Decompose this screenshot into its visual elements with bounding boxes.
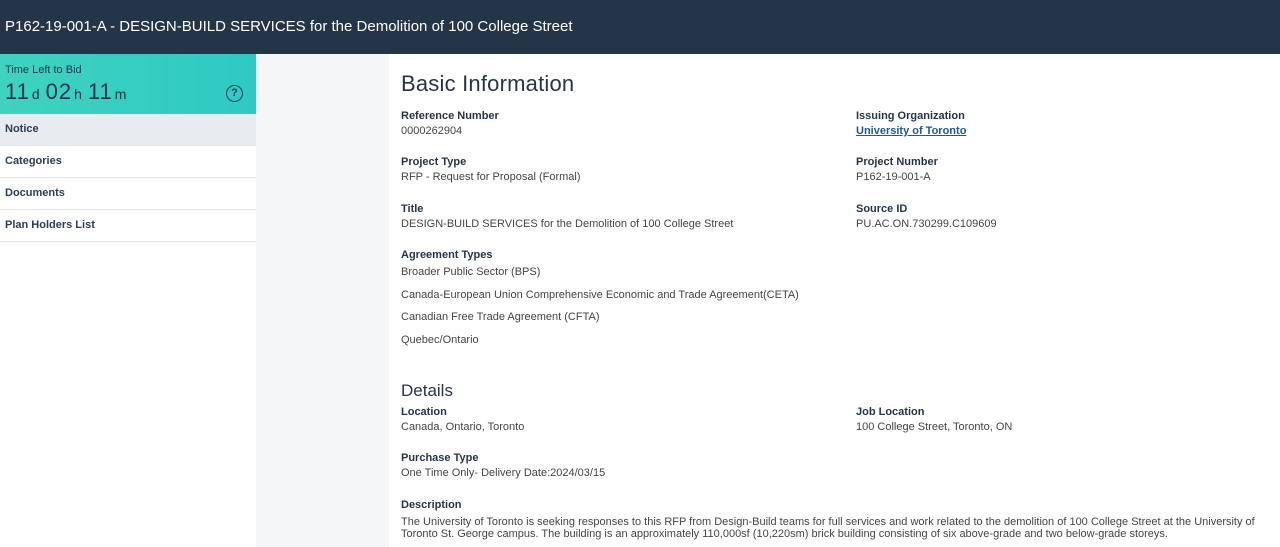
- project-type-field: Project Type RFP - Request for Proposal …: [401, 156, 581, 183]
- source-id-value: PU.AC.ON.730299.C109609: [856, 218, 997, 230]
- reference-number-value: 0000262904: [401, 125, 463, 137]
- location-value: Canada, Ontario, Toronto: [401, 421, 525, 433]
- title-field: Title DESIGN-BUILD SERVICES for the Demo…: [401, 203, 733, 230]
- source-id-label: Source ID: [856, 203, 908, 215]
- nav-item-notice[interactable]: Notice: [0, 114, 256, 146]
- project-type-value: RFP - Request for Proposal (Formal): [401, 171, 581, 183]
- help-icon[interactable]: ?: [226, 85, 243, 102]
- countdown: 11 d 02 h 11 m: [5, 79, 132, 105]
- time-left-panel: Time Left to Bid 11 d 02 h 11 m ?: [0, 54, 256, 114]
- job-location-field: Job Location 100 College Street, Toronto…: [856, 406, 1012, 433]
- nav-item-categories[interactable]: Categories: [0, 146, 256, 178]
- reference-number-label: Reference Number: [401, 110, 499, 122]
- purchase-type-value: One Time Only- Delivery Date:2024/03/15: [401, 467, 606, 479]
- description-label: Description: [401, 499, 462, 511]
- hours-value: 02: [45, 79, 73, 104]
- details-heading: Details: [401, 381, 453, 400]
- job-location-value: 100 College Street, Toronto, ON: [856, 421, 1013, 433]
- description-value: The University of Toronto is seeking res…: [401, 516, 1255, 540]
- project-number-field: Project Number P162-19-001-A: [856, 156, 938, 183]
- nav-item-documents[interactable]: Documents: [0, 178, 256, 210]
- agreement-type-item: Canada-European Union Comprehensive Econ…: [401, 289, 799, 301]
- agreement-types-label: Agreement Types: [401, 249, 493, 261]
- source-id-field: Source ID PU.AC.ON.730299.C109609: [856, 203, 997, 230]
- minutes-unit: m: [114, 86, 127, 102]
- top-bar: P162-19-001-A - DESIGN-BUILD SERVICES fo…: [0, 0, 1280, 54]
- issuing-organization-link[interactable]: University of Toronto: [856, 125, 966, 137]
- content-gutter: [256, 54, 389, 547]
- purchase-type-label: Purchase Type: [401, 452, 479, 464]
- title-value: DESIGN-BUILD SERVICES for the Demolition…: [401, 218, 734, 230]
- project-type-label: Project Type: [401, 156, 467, 168]
- minutes-value: 11: [87, 79, 113, 104]
- page-title: P162-19-001-A - DESIGN-BUILD SERVICES fo…: [5, 18, 573, 35]
- main-content: Basic Information Reference Number 00002…: [389, 54, 1280, 547]
- issuing-organization-label: Issuing Organization: [856, 110, 965, 122]
- nav-item-plan-holders-list[interactable]: Plan Holders List: [0, 210, 256, 242]
- location-field: Location Canada, Ontario, Toronto: [401, 406, 524, 433]
- hours-unit: h: [74, 86, 82, 102]
- project-number-label: Project Number: [856, 156, 938, 168]
- description-field: Description: [401, 499, 462, 511]
- agreement-type-item: Canadian Free Trade Agreement (CFTA): [401, 311, 600, 323]
- agreement-type-item: Quebec/Ontario: [401, 334, 479, 346]
- basic-information-heading: Basic Information: [401, 71, 575, 96]
- issuing-organization-field: Issuing Organization University of Toron…: [856, 110, 966, 137]
- title-label: Title: [401, 203, 424, 215]
- sidebar: Time Left to Bid 11 d 02 h 11 m ? Notice Cate…: [0, 54, 256, 547]
- agreement-types-field: Agreement Types: [401, 249, 493, 261]
- agreement-type-item: Broader Public Sector (BPS): [401, 266, 541, 278]
- time-left-label: Time Left to Bid: [5, 64, 82, 76]
- purchase-type-field: Purchase Type One Time Only- Delivery Da…: [401, 452, 605, 479]
- reference-number-field: Reference Number 0000262904: [401, 110, 499, 137]
- days-unit: d: [31, 86, 40, 102]
- days-value: 11: [5, 79, 30, 104]
- location-label: Location: [401, 406, 447, 418]
- job-location-label: Job Location: [856, 406, 925, 418]
- project-number-value: P162-19-001-A: [856, 171, 931, 183]
